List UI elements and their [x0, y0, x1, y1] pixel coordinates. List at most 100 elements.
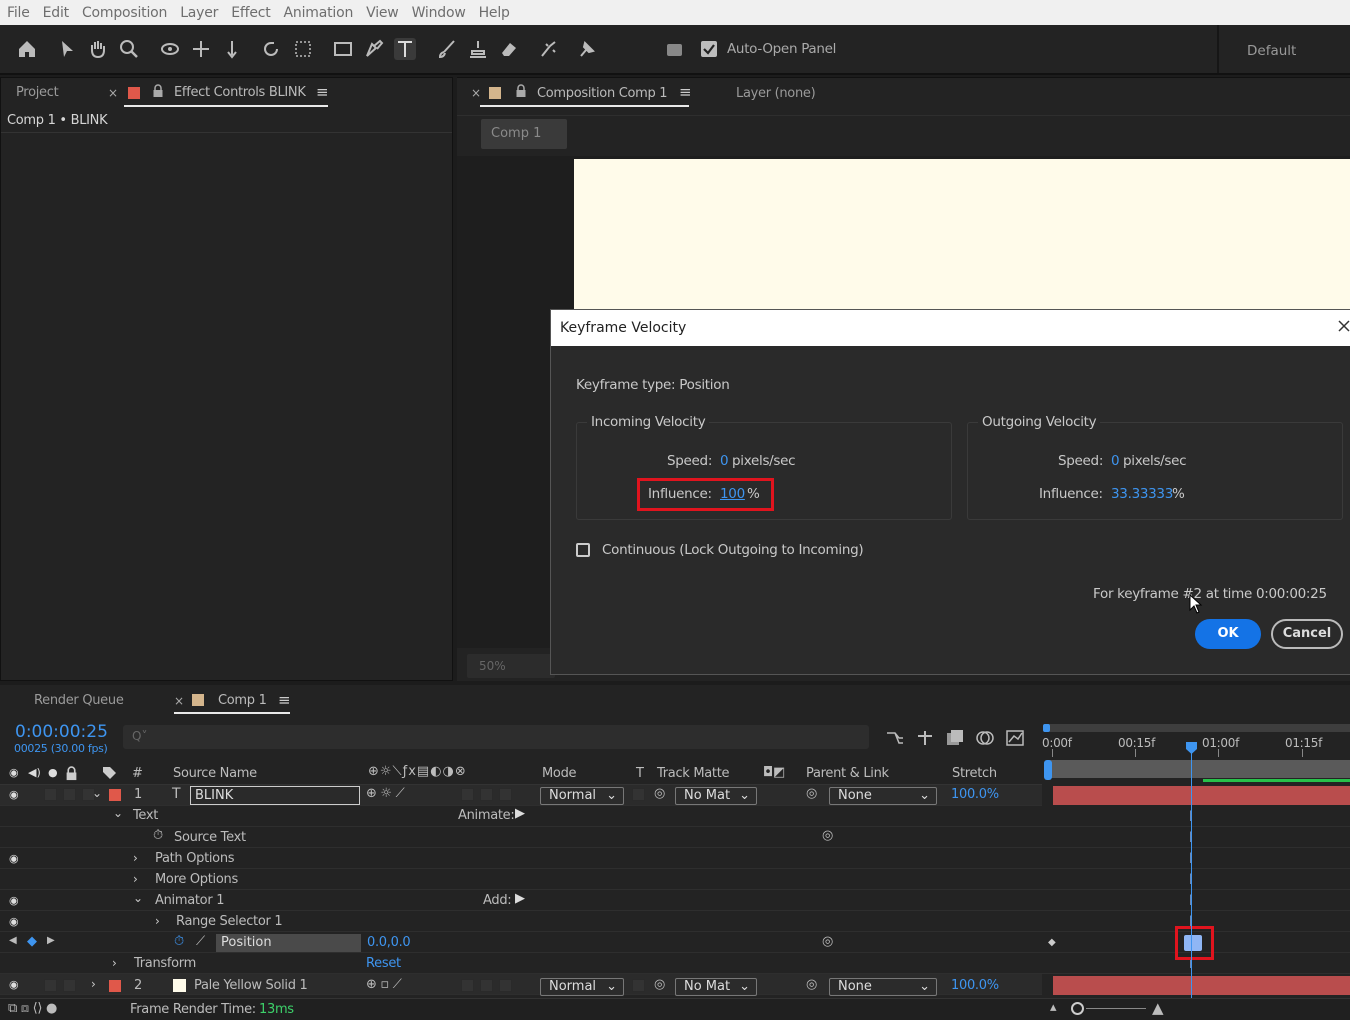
preserve-transparency-switch[interactable] — [632, 979, 645, 992]
dolly-camera-icon[interactable] — [221, 38, 243, 60]
brush-tool-icon[interactable] — [436, 38, 458, 60]
layer-name[interactable]: Pale Yellow Solid 1 — [194, 978, 308, 993]
next-keyframe-icon[interactable]: ▶ — [47, 935, 55, 946]
roto-brush-icon[interactable] — [538, 38, 560, 60]
puppet-pin-icon[interactable] — [576, 38, 598, 60]
add-keyframe-icon[interactable]: ◆ — [27, 934, 37, 949]
stretch-value[interactable]: 100.0% — [951, 978, 999, 993]
zoom-out-icon[interactable]: ▴ — [1050, 1000, 1057, 1015]
menu-help[interactable]: Help — [472, 5, 516, 21]
home-icon[interactable] — [16, 38, 38, 60]
keyframe-marker[interactable]: I — [1189, 894, 1195, 908]
graph-editor-icon[interactable] — [1005, 729, 1025, 747]
parent-dropdown[interactable]: None ⌄ — [829, 978, 937, 996]
menu-effect[interactable]: Effect — [224, 5, 276, 21]
current-timecode[interactable]: 0:00:00:25 — [15, 722, 108, 742]
keyframe-marker[interactable]: I — [1189, 873, 1195, 887]
outgoing-influence-value[interactable]: 33.33333 — [1111, 486, 1173, 502]
solo-switch[interactable] — [63, 788, 76, 801]
shy-layers-icon[interactable] — [915, 729, 935, 747]
chevron-right-icon[interactable]: › — [133, 872, 138, 886]
tab-comp[interactable]: Comp 1 — [218, 693, 267, 708]
incoming-speed-value[interactable]: 0 — [720, 453, 729, 469]
workspace-default[interactable]: Default — [1247, 43, 1296, 59]
zoom-in-icon[interactable]: ▲ — [1152, 999, 1164, 1017]
tab-composition[interactable]: Composition Comp 1 — [537, 86, 668, 101]
menu-view[interactable]: View — [359, 5, 404, 21]
panel-menu-icon[interactable]: ≡ — [316, 83, 329, 101]
mode-dropdown[interactable]: Normal ⌄ — [540, 787, 624, 805]
motion-blur-icon[interactable] — [975, 729, 995, 747]
frame-blending-icon[interactable] — [945, 729, 965, 747]
parent-dropdown[interactable]: None ⌄ — [829, 787, 937, 805]
property-row-position[interactable] — [0, 932, 1042, 953]
preserve-transparency-switch[interactable] — [632, 788, 645, 801]
orbit-camera-icon[interactable] — [159, 38, 181, 60]
magnification-dropdown[interactable]: 50% — [467, 654, 555, 678]
layer-1-duration-bar[interactable] — [1053, 786, 1350, 805]
menu-animation[interactable]: Animation — [277, 5, 360, 21]
layer-switch[interactable] — [480, 788, 493, 801]
close-icon[interactable]: × — [471, 86, 481, 100]
prev-keyframe-icon[interactable]: ◀ — [9, 935, 17, 946]
timeline-search-input[interactable]: Q˅ — [123, 725, 869, 749]
eye-icon[interactable]: ◉ — [9, 788, 19, 801]
eraser-tool-icon[interactable] — [498, 38, 520, 60]
close-icon[interactable] — [1337, 319, 1350, 333]
menu-window[interactable]: Window — [405, 5, 472, 21]
close-icon[interactable]: × — [174, 694, 184, 708]
eye-icon[interactable]: ◉ — [9, 915, 19, 928]
continuous-checkbox[interactable] — [576, 543, 590, 557]
layer-label-color[interactable] — [109, 789, 121, 801]
keyframe-marker[interactable]: I — [1189, 810, 1195, 824]
mode-dropdown[interactable]: Normal ⌄ — [540, 978, 624, 996]
eye-icon[interactable]: ◉ — [9, 894, 19, 907]
in-point-handle[interactable] — [1044, 760, 1052, 780]
rectangle-tool-icon[interactable] — [332, 38, 354, 60]
chevron-down-icon[interactable]: ⌄ — [113, 806, 123, 820]
auto-open-checkbox[interactable] — [701, 41, 717, 57]
pickwhip-icon[interactable]: ◎ — [654, 786, 665, 801]
track-matte-dropdown[interactable]: No Mat ⌄ — [675, 978, 757, 996]
close-icon[interactable]: × — [108, 86, 118, 100]
pickwhip-icon[interactable]: ◎ — [822, 934, 833, 949]
stopwatch-icon[interactable]: ⏱ — [174, 934, 184, 949]
zoom-tool-icon[interactable] — [118, 38, 140, 60]
tab-render-queue[interactable]: Render Queue — [34, 693, 124, 708]
panel-toggle-icon[interactable] — [666, 41, 683, 58]
menu-file[interactable]: File — [0, 5, 36, 21]
eye-icon[interactable]: ◉ — [9, 978, 19, 991]
panel-menu-icon[interactable]: ≡ — [679, 83, 692, 101]
lock-icon[interactable] — [152, 84, 164, 98]
layer-switch[interactable] — [461, 788, 474, 801]
menu-composition[interactable]: Composition — [75, 5, 173, 21]
layer-switch[interactable] — [480, 979, 493, 992]
track-matte-dropdown[interactable]: No Mat ⌄ — [675, 787, 757, 805]
layer-label-color[interactable] — [109, 980, 121, 992]
tab-project[interactable]: Project — [16, 85, 59, 100]
layer-switches[interactable]: ⊕ ☼ ⟋ — [366, 786, 405, 801]
layer-name-field[interactable]: BLINK — [190, 786, 360, 805]
position-property[interactable]: Position — [216, 934, 361, 952]
audio-switch[interactable] — [44, 788, 57, 801]
zoom-slider-handle[interactable] — [1071, 1002, 1084, 1015]
transform-reset[interactable]: Reset — [366, 956, 401, 971]
menu-edit[interactable]: Edit — [36, 5, 75, 21]
chevron-right-icon[interactable]: › — [155, 914, 160, 928]
chevron-down-icon[interactable]: ⌄ — [133, 891, 143, 905]
rotation-tool-icon[interactable] — [260, 38, 282, 60]
position-value[interactable]: 0.0,0.0 — [367, 935, 411, 950]
footer-toggle-icons[interactable]: ⧉ ⧈ ⟨⟩ ● — [8, 1001, 57, 1016]
keyframe-marker[interactable]: I — [1189, 831, 1195, 845]
pan-behind-icon[interactable] — [292, 38, 314, 60]
tab-effect-controls[interactable]: Effect Controls BLINK — [174, 85, 306, 100]
chevron-right-icon[interactable]: › — [133, 851, 138, 865]
type-tool-icon[interactable] — [394, 38, 416, 60]
keyframe-marker[interactable]: I — [1189, 852, 1195, 866]
chevron-right-icon[interactable]: › — [112, 956, 117, 970]
chevron-down-icon[interactable]: ⌄ — [92, 786, 102, 800]
composition-mini-flowchart-icon[interactable] — [885, 729, 905, 747]
pickwhip-icon[interactable]: ◎ — [822, 828, 833, 843]
keyframe-1[interactable]: ◆ — [1048, 937, 1056, 948]
solo-switch[interactable] — [63, 979, 76, 992]
